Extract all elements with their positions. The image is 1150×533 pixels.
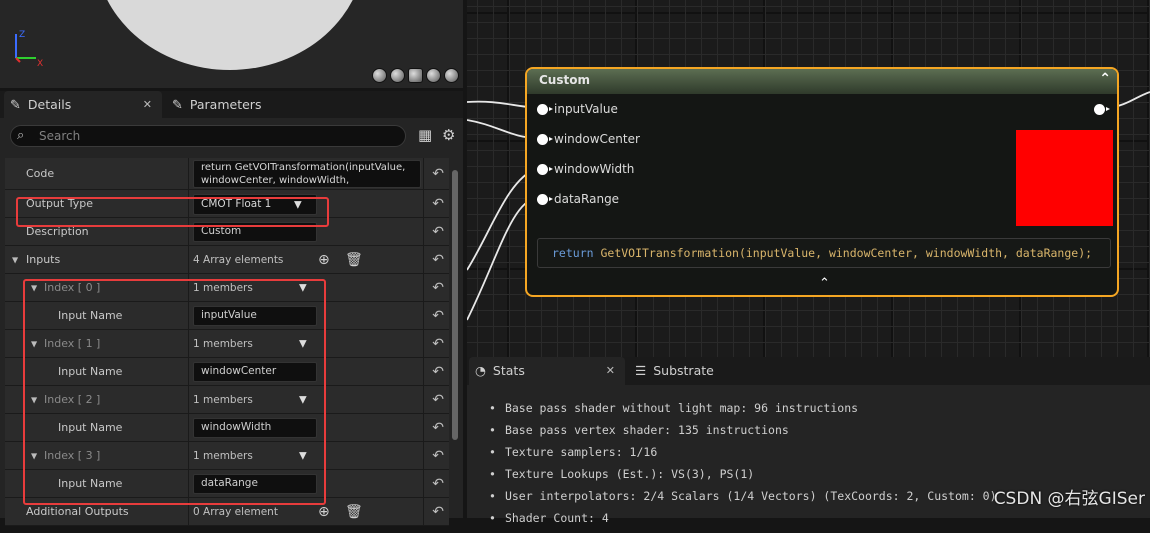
- list-icon: ☰: [635, 363, 647, 378]
- input-pin[interactable]: windowCenter: [537, 132, 640, 146]
- pencil-icon: ✎: [172, 98, 183, 113]
- tab-parameters[interactable]: ✎ Parameters: [170, 91, 261, 118]
- tab-substrate[interactable]: ☰ Substrate: [635, 357, 714, 385]
- preview-shape-selector[interactable]: [372, 68, 459, 83]
- reset-icon[interactable]: ↶: [432, 448, 444, 464]
- material-preview-viewport[interactable]: Z X: [0, 0, 463, 88]
- tab-parameters-label: Parameters: [189, 97, 262, 112]
- search-box[interactable]: ⌕: [10, 125, 406, 147]
- expand-arrow-icon[interactable]: ▼: [12, 255, 18, 264]
- cube-preview-icon[interactable]: [426, 68, 441, 83]
- input-pin[interactable]: windowWidth: [537, 162, 634, 176]
- pin-label: dataRange: [554, 192, 620, 206]
- cylinder-preview-icon[interactable]: [372, 68, 387, 83]
- reset-icon[interactable]: ↶: [432, 392, 444, 408]
- stats-icon: ◔: [475, 363, 486, 378]
- code-field[interactable]: return GetVOITransformation(inputValue, …: [193, 160, 421, 188]
- search-input[interactable]: [39, 128, 389, 144]
- code-label: Code: [26, 167, 55, 180]
- pin-icon[interactable]: [537, 193, 553, 205]
- trash-icon[interactable]: 🗑: [345, 252, 363, 268]
- input-pin[interactable]: dataRange: [537, 192, 619, 206]
- inputs-label: Inputs: [26, 253, 61, 266]
- sphere-preview-icon[interactable]: [390, 68, 405, 83]
- add-element-icon[interactable]: ⊕: [318, 504, 330, 520]
- pencil-icon: ✎: [10, 98, 21, 113]
- add-element-icon[interactable]: ⊕: [318, 252, 330, 268]
- stats-line: Texture samplers: 1/16: [489, 445, 1150, 467]
- watermark: CSDN @右弦GISer: [993, 489, 1145, 509]
- details-tabbar: ✎ Details ✕ ✎ Parameters: [0, 91, 463, 118]
- code-keyword: return: [552, 246, 594, 260]
- stats-line: Shader Count: 4: [489, 511, 1150, 533]
- pin-label: windowCenter: [554, 132, 640, 146]
- reset-icon[interactable]: ↶: [432, 336, 444, 352]
- tab-stats-label: Stats: [492, 363, 525, 378]
- gear-icon[interactable]: ⚙: [442, 126, 455, 144]
- close-icon[interactable]: ✕: [143, 91, 152, 118]
- output-type-highlight: [16, 197, 329, 227]
- axis-gizmo-icon: Z X: [15, 30, 43, 69]
- pin-icon[interactable]: [537, 103, 553, 115]
- collapse-icon[interactable]: ⌃: [1099, 71, 1111, 87]
- tab-substrate-label: Substrate: [653, 363, 714, 378]
- node-title: Custom: [539, 73, 590, 87]
- pin-icon[interactable]: [537, 163, 553, 175]
- details-panel: ⌕ ▦ ⚙ Code return GetVOITransformation(i…: [0, 118, 463, 526]
- property-row-inputs: ▼ Inputs 4 Array elements ⊕ 🗑 ↶: [5, 246, 449, 274]
- details-scrollbar[interactable]: [452, 170, 458, 440]
- stats-tabbar: ◔ Stats ✕ ☰ Substrate: [467, 357, 1150, 385]
- pin-label: windowWidth: [554, 162, 635, 176]
- reset-icon[interactable]: ↶: [432, 280, 444, 296]
- inputs-highlight: [23, 279, 326, 505]
- teapot-preview-icon[interactable]: [444, 68, 459, 83]
- close-icon[interactable]: ✕: [606, 357, 615, 385]
- node-preview-swatch: [1016, 130, 1113, 226]
- reset-icon[interactable]: ↶: [432, 420, 444, 436]
- custom-node[interactable]: Custom ⌃ inputValue windowCenter windowW…: [525, 67, 1119, 297]
- reset-icon[interactable]: ↶: [432, 252, 444, 268]
- reset-icon[interactable]: ↶: [432, 476, 444, 492]
- output-pin[interactable]: [1094, 104, 1110, 115]
- plane-preview-icon[interactable]: [408, 68, 423, 83]
- pin-icon[interactable]: [537, 133, 553, 145]
- tab-details[interactable]: ✎ Details ✕: [4, 91, 162, 118]
- input-pin[interactable]: inputValue: [537, 102, 618, 116]
- preview-sphere: [95, 0, 365, 70]
- svg-text:X: X: [37, 59, 43, 69]
- reset-icon[interactable]: ↶: [432, 196, 444, 212]
- reset-icon[interactable]: ↶: [432, 166, 444, 182]
- table-view-icon[interactable]: ▦: [418, 126, 432, 144]
- reset-icon[interactable]: ↶: [432, 224, 444, 240]
- trash-icon[interactable]: 🗑: [345, 504, 363, 520]
- node-header[interactable]: Custom ⌃: [527, 69, 1117, 94]
- property-row-code: Code return GetVOITransformation(inputVa…: [5, 158, 449, 190]
- reset-icon[interactable]: ↶: [432, 364, 444, 380]
- stats-line: Base pass shader without light map: 96 i…: [489, 401, 1150, 423]
- tab-details-label: Details: [27, 97, 72, 112]
- stats-list: Base pass shader without light map: 96 i…: [489, 401, 1150, 533]
- reset-icon[interactable]: ↶: [432, 308, 444, 324]
- node-code-display: return GetVOITransformation(inputValue, …: [537, 238, 1111, 268]
- reset-icon[interactable]: ↶: [432, 504, 444, 520]
- tab-stats[interactable]: ◔ Stats ✕: [469, 357, 625, 385]
- material-graph[interactable]: Custom ⌃ inputValue windowCenter windowW…: [467, 0, 1150, 357]
- chevron-up-icon[interactable]: ⌃: [819, 276, 830, 291]
- inputs-count: 4 Array elements: [193, 253, 284, 266]
- stats-line: Base pass vertex shader: 135 instruction…: [489, 423, 1150, 445]
- pin-label: inputValue: [554, 102, 618, 116]
- code-text: GetVOITransformation(inputValue, windowC…: [593, 246, 1093, 260]
- svg-text:Z: Z: [19, 30, 25, 40]
- search-icon: ⌕: [17, 128, 25, 143]
